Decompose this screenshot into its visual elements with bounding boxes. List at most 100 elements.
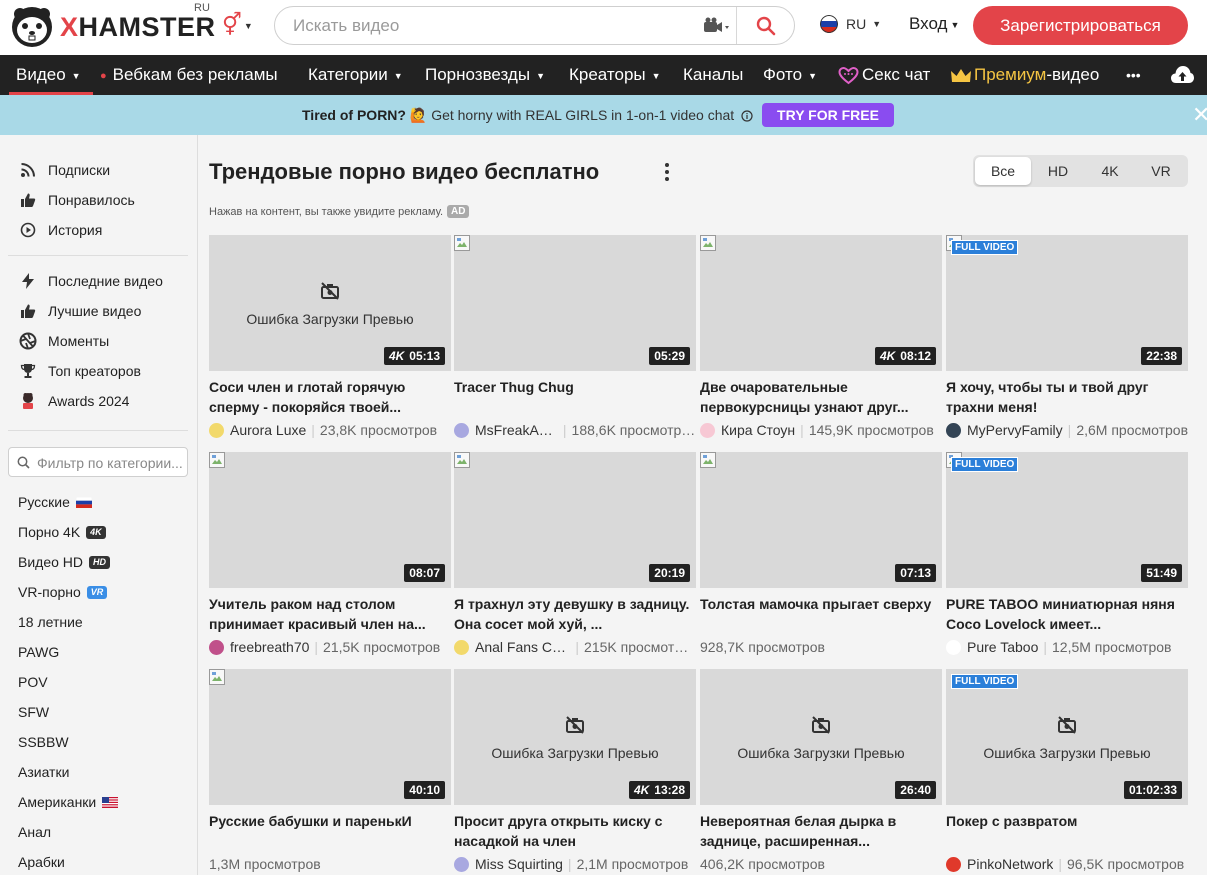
category-18[interactable]: 18 летние [18,612,83,632]
creator-avatar[interactable] [209,639,224,655]
creator-name[interactable]: Miss Squirting [475,856,563,872]
more-options-icon[interactable] [660,161,674,183]
language-selector[interactable]: RU ▼ [820,15,881,33]
video-title[interactable]: PURE TABOO миниатюрная няня Coco Loveloc… [946,594,1182,634]
video-title[interactable]: Я хочу, чтобы ты и твой друг трахни меня… [946,377,1182,417]
video-thumbnail[interactable]: 08:07 [209,452,451,588]
video-card[interactable]: 05:29 Tracer Thug Chug MsFreakAn... | 188,6K… [454,235,696,445]
video-thumbnail[interactable]: FULL VIDEO 22:38 [946,235,1188,371]
creator-avatar[interactable] [454,422,469,438]
video-thumbnail[interactable]: Ошибка Загрузки Превью 4K 05:13 [209,235,451,371]
video-thumbnail[interactable]: 07:13 [700,452,942,588]
sidebar-item-best[interactable]: Лучшие видео [18,301,141,321]
login-button[interactable]: Вход ▼ [909,14,959,34]
video-title[interactable]: Толстая мамочка прыгает сверху [700,594,936,614]
video-title[interactable]: Невероятная белая дырка в заднице, расши… [700,811,936,851]
video-card[interactable]: 40:10 Русские бабушки и паренькИ 1,3M прос… [209,669,451,875]
category-anal[interactable]: Анал [18,822,51,842]
video-title[interactable]: Покер с развратом [946,811,1182,831]
category-ssbbw[interactable]: SSBBW [18,732,69,752]
tab-4k[interactable]: 4K [1085,157,1135,185]
video-title[interactable]: Учитель раком над столом принимает краси… [209,594,445,634]
nav-categories[interactable]: Категории ▼ [308,55,403,95]
video-title[interactable]: Я трахнул эту девушку в задницу. Она сос… [454,594,690,634]
sidebar-item-subscriptions[interactable]: Подписки [18,160,110,180]
video-card[interactable]: Ошибка Загрузки Превью 4K 13:28 Просит друг… [454,669,696,875]
category-filter-input[interactable] [37,454,183,472]
register-button[interactable]: Зарегистрироваться [973,6,1188,45]
site-logo[interactable]: XHAMSTER [10,5,216,49]
video-thumbnail[interactable]: Ошибка Загрузки Превью FULL VIDEO 01:02:33 [946,669,1188,805]
tab-hd[interactable]: HD [1033,157,1083,185]
creator-name[interactable]: Pure Taboo [967,639,1038,655]
category-asian[interactable]: Азиатки [18,762,69,782]
info-icon[interactable] [741,110,753,122]
video-card[interactable]: Ошибка Загрузки Превью 26:40 Невероятная б… [700,669,942,875]
creator-name[interactable]: freebreath70 [230,639,309,655]
category-vr[interactable]: VR-порно VR [18,582,108,602]
category-pov[interactable]: POV [18,672,48,692]
sidebar-item-liked[interactable]: Понравилось [18,190,135,210]
creator-avatar[interactable] [946,856,961,872]
nav-more-button[interactable]: ••• [1126,55,1141,95]
video-title[interactable]: Просит друга открыть киску с насадкой на… [454,811,690,851]
video-thumbnail[interactable]: FULL VIDEO 51:49 [946,452,1188,588]
nav-video[interactable]: Видео ▼ [16,55,81,95]
nav-webcam[interactable]: ● Вебкам без рекламы [100,55,278,95]
category-russian[interactable]: Русские [18,492,92,512]
video-thumbnail[interactable]: Ошибка Загрузки Превью 26:40 [700,669,942,805]
video-card[interactable]: Ошибка Загрузки Превью FULL VIDEO 01:02:33… [946,669,1188,875]
nav-photo[interactable]: Фото ▼ [763,55,817,95]
creator-name[interactable]: Кира Стоун [721,422,795,438]
category-arab[interactable]: Арабки [18,852,65,872]
creator-name[interactable]: MsFreakAn... [475,422,558,438]
category-pawg[interactable]: PAWG [18,642,59,662]
close-icon[interactable]: ✕ [1192,104,1207,126]
sidebar-item-latest[interactable]: Последние видео [18,271,163,291]
video-title[interactable]: Tracer Thug Chug [454,377,690,397]
video-camera-icon[interactable] [701,15,731,37]
video-card[interactable]: Ошибка Загрузки Превью 4K 05:13 Соси член и… [209,235,451,445]
video-thumbnail[interactable]: 40:10 [209,669,451,805]
promo-banner[interactable]: Tired of PORN? 🙋 Get horny with REAL GIR… [0,95,1207,135]
sidebar-item-top-creators[interactable]: Топ креаторов [18,361,141,381]
upload-cloud-icon[interactable] [1170,64,1195,85]
category-hd[interactable]: Видео HD HD [18,552,111,572]
nav-pornstars[interactable]: Порнозвезды ▼ [425,55,545,95]
category-sfw[interactable]: SFW [18,702,49,722]
video-thumbnail[interactable]: 4K 08:12 [700,235,942,371]
search-button[interactable] [741,10,791,41]
creator-avatar[interactable] [454,639,469,655]
creator-name[interactable]: Aurora Luxe [230,422,306,438]
video-thumbnail[interactable]: 20:19 [454,452,696,588]
creator-name[interactable]: Anal Fans Co... [475,639,570,655]
video-card[interactable]: 4K 08:12 Две очаровательные первокурсницы … [700,235,942,445]
tab-vr[interactable]: VR [1136,157,1186,185]
tab-all[interactable]: Все [975,157,1031,185]
video-title[interactable]: Соси член и глотай горячую сперму - поко… [209,377,445,417]
creator-avatar[interactable] [209,422,224,438]
video-thumbnail[interactable]: 05:29 [454,235,696,371]
video-card[interactable]: FULL VIDEO 22:38 Я хочу, чтобы ты и твой д… [946,235,1188,445]
video-card[interactable]: 07:13 Толстая мамочка прыгает сверху 928,7… [700,452,942,662]
creator-avatar[interactable] [946,422,961,438]
video-title[interactable]: Две очаровательные первокурсницы узнают … [700,377,936,417]
search-input[interactable] [293,15,693,37]
gender-selector[interactable]: ⚥ ▼ [222,12,253,38]
nav-channels[interactable]: Каналы [683,55,743,95]
creator-name[interactable]: MyPervyFamily [967,422,1063,438]
video-thumbnail[interactable]: Ошибка Загрузки Превью 4K 13:28 [454,669,696,805]
creator-avatar[interactable] [700,422,715,438]
try-for-free-button[interactable]: TRY FOR FREE [762,103,894,127]
creator-avatar[interactable] [946,639,961,655]
sidebar-item-moments[interactable]: Моменты [18,331,109,351]
nav-premium[interactable]: Премиум-видео [950,55,1099,95]
nav-sexchat[interactable]: Секс чат [838,55,930,95]
video-card[interactable]: 20:19 Я трахнул эту девушку в задницу. Он… [454,452,696,662]
sidebar-item-history[interactable]: История [18,220,102,240]
video-title[interactable]: Русские бабушки и паренькИ [209,811,445,831]
video-card[interactable]: 08:07 Учитель раком над столом принимает … [209,452,451,662]
category-4k[interactable]: Порно 4K 4K [18,522,106,542]
creator-avatar[interactable] [454,856,469,872]
creator-name[interactable]: PinkoNetwork [967,856,1053,872]
